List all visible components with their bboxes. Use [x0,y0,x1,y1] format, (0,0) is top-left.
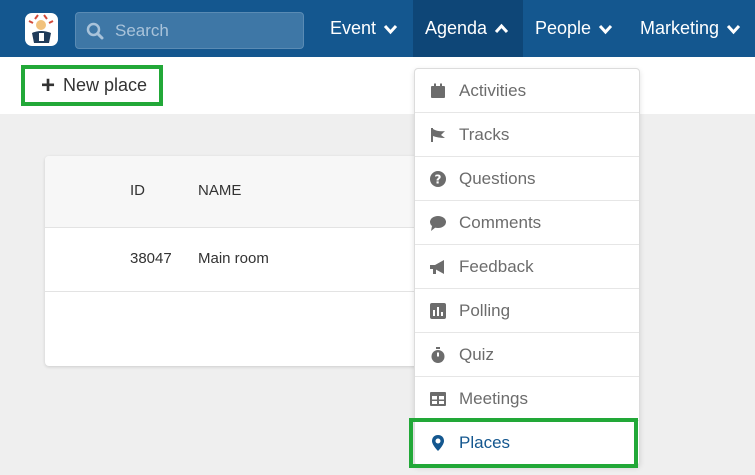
menu-item-label: Tracks [459,124,510,144]
menu-item-quiz[interactable]: Quiz [415,333,639,377]
places-table: ID NAME 38047 Main room [45,156,465,366]
row-id: 38047 [130,250,172,267]
svg-text:?: ? [435,172,442,186]
table-header: ID NAME [45,156,465,228]
menu-item-comments[interactable]: Comments [415,201,639,245]
menu-item-label: Comments [459,212,542,232]
menu-item-tracks[interactable]: Tracks [415,113,639,157]
nav-item-label: Event [330,18,377,38]
top-navigation-bar: Search Event Agenda People Marketing [0,0,755,57]
menu-item-feedback[interactable]: Feedback [415,245,639,289]
chevron-up-icon [494,23,509,33]
comment-icon [430,215,446,231]
app-logo[interactable] [25,13,58,46]
flag-icon [431,127,445,142]
column-header-name[interactable]: NAME [198,182,241,199]
column-header-id[interactable]: ID [130,182,145,199]
menu-item-activities[interactable]: Activities [415,69,639,113]
menu-item-polling[interactable]: Polling [415,289,639,333]
table-icon [430,391,446,406]
menu-item-label: Polling [459,300,511,320]
nav-item-label: Marketing [640,18,720,38]
search-icon [86,22,104,40]
logo-icon [28,14,54,43]
chevron-down-icon [726,24,741,34]
agenda-dropdown-menu: Activities Tracks ? Questions Comments F… [414,68,640,466]
question-circle-icon: ? [430,170,446,187]
menu-item-label: Activities [459,80,527,100]
bar-chart-icon [430,302,446,319]
stopwatch-icon [431,346,445,363]
chevron-down-icon [383,24,398,34]
new-place-label: New place [63,75,148,95]
nav-item-label: People [535,18,592,38]
menu-item-label: Feedback [459,256,534,276]
menu-item-label: Questions [459,168,536,188]
menu-item-label: Quiz [459,344,494,364]
row-name: Main room [198,250,269,267]
search-placeholder: Search [115,21,169,40]
places-highlight-box [409,418,638,468]
nav-item-marketing[interactable]: Marketing [628,0,753,57]
nav-item-agenda[interactable]: Agenda [413,0,523,57]
plus-icon: + [41,71,56,99]
nav-item-event[interactable]: Event [318,0,410,57]
calendar-icon [431,83,445,98]
chevron-down-icon [598,24,613,34]
megaphone-icon [430,259,444,274]
menu-item-questions[interactable]: ? Questions [415,157,639,201]
menu-item-meetings[interactable]: Meetings [415,377,639,421]
nav-item-people[interactable]: People [523,0,625,57]
search-input[interactable]: Search [75,12,304,49]
new-place-button[interactable]: + New place [21,65,163,106]
nav-item-label: Agenda [425,18,488,38]
table-row[interactable]: 38047 Main room [45,228,465,292]
menu-item-label: Meetings [459,388,528,408]
